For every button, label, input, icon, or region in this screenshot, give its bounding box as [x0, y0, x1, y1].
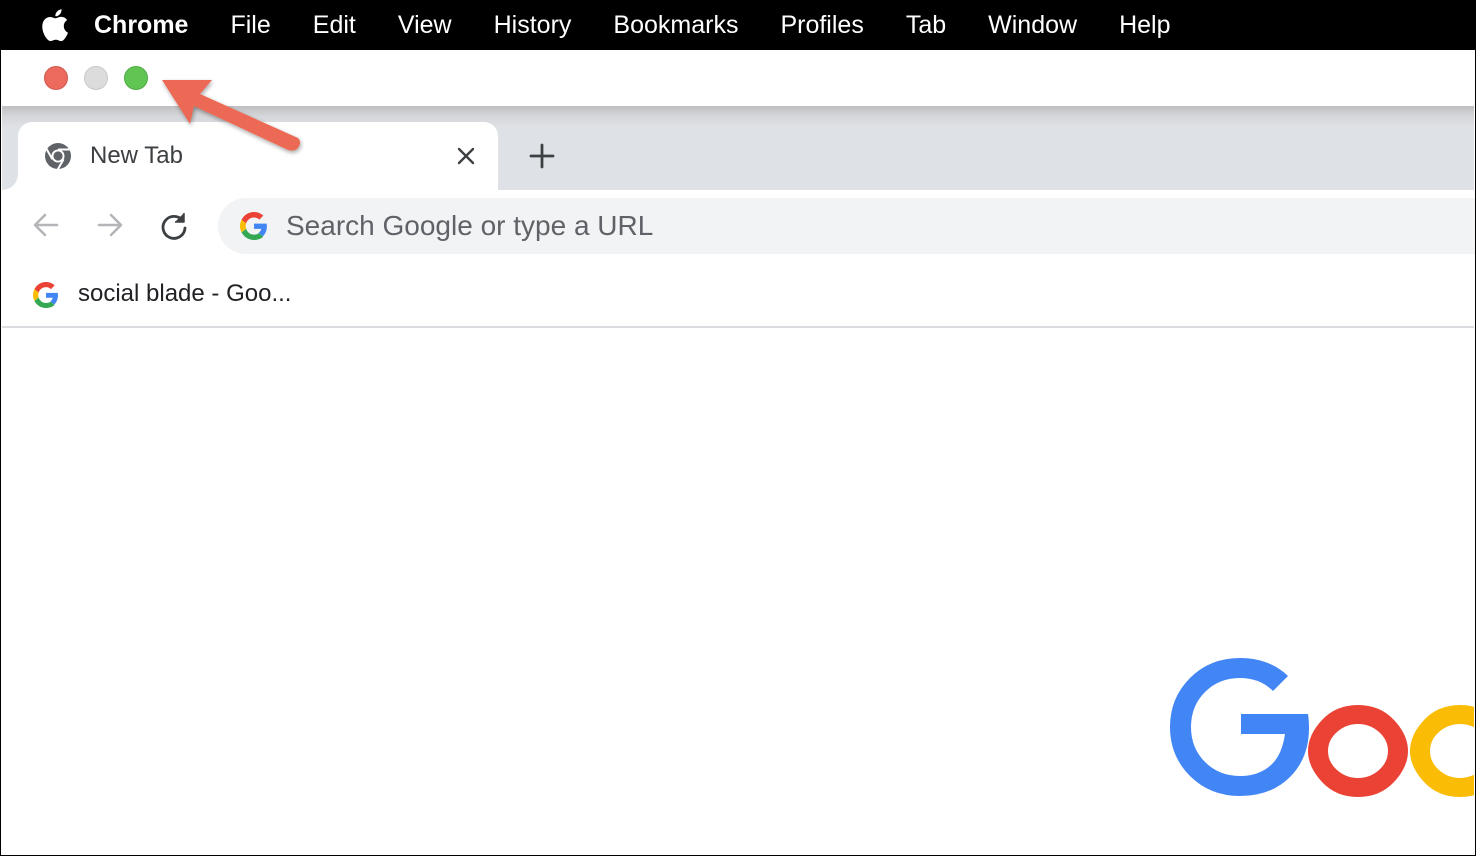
arrow-right-icon[interactable]: [93, 208, 127, 242]
google-logo-o-red: [1308, 705, 1408, 797]
google-g-icon: [240, 212, 268, 240]
menu-window[interactable]: Window: [988, 0, 1077, 50]
google-logo-g: [1170, 658, 1309, 796]
apple-logo-icon[interactable]: [40, 9, 70, 41]
annotation-arrow: [162, 80, 300, 151]
bookmark-social-blade[interactable]: social blade - Goo...: [78, 279, 291, 309]
menu-app-name[interactable]: Chrome: [94, 0, 188, 50]
menu-tab[interactable]: Tab: [906, 0, 946, 50]
tab-curve: [2, 174, 18, 190]
menu-edit[interactable]: Edit: [313, 0, 356, 50]
reload-icon[interactable]: [157, 208, 191, 242]
page-content: [2, 328, 1474, 854]
menu-help[interactable]: Help: [1119, 0, 1170, 50]
menu-bar: Chrome File Edit View History Bookmarks …: [0, 0, 1476, 50]
chrome-logo-icon: [43, 141, 73, 171]
arrow-left-icon[interactable]: [29, 208, 63, 242]
menu-profiles[interactable]: Profiles: [780, 0, 863, 50]
close-icon[interactable]: [452, 142, 480, 170]
menu-history[interactable]: History: [494, 0, 572, 50]
window-fullscreen-button[interactable]: [124, 66, 148, 90]
google-g-icon[interactable]: [33, 282, 59, 308]
menu-view[interactable]: View: [398, 0, 452, 50]
plus-icon[interactable]: [526, 140, 558, 172]
google-logo-o-yellow: [1410, 705, 1474, 797]
menu-bookmarks[interactable]: Bookmarks: [613, 0, 738, 50]
address-placeholder[interactable]: Search Google or type a URL: [286, 210, 653, 242]
window-close-button[interactable]: [44, 66, 68, 90]
window-minimize-button[interactable]: [84, 66, 108, 90]
google-logo: [1170, 658, 1474, 797]
menu-file[interactable]: File: [230, 0, 270, 50]
